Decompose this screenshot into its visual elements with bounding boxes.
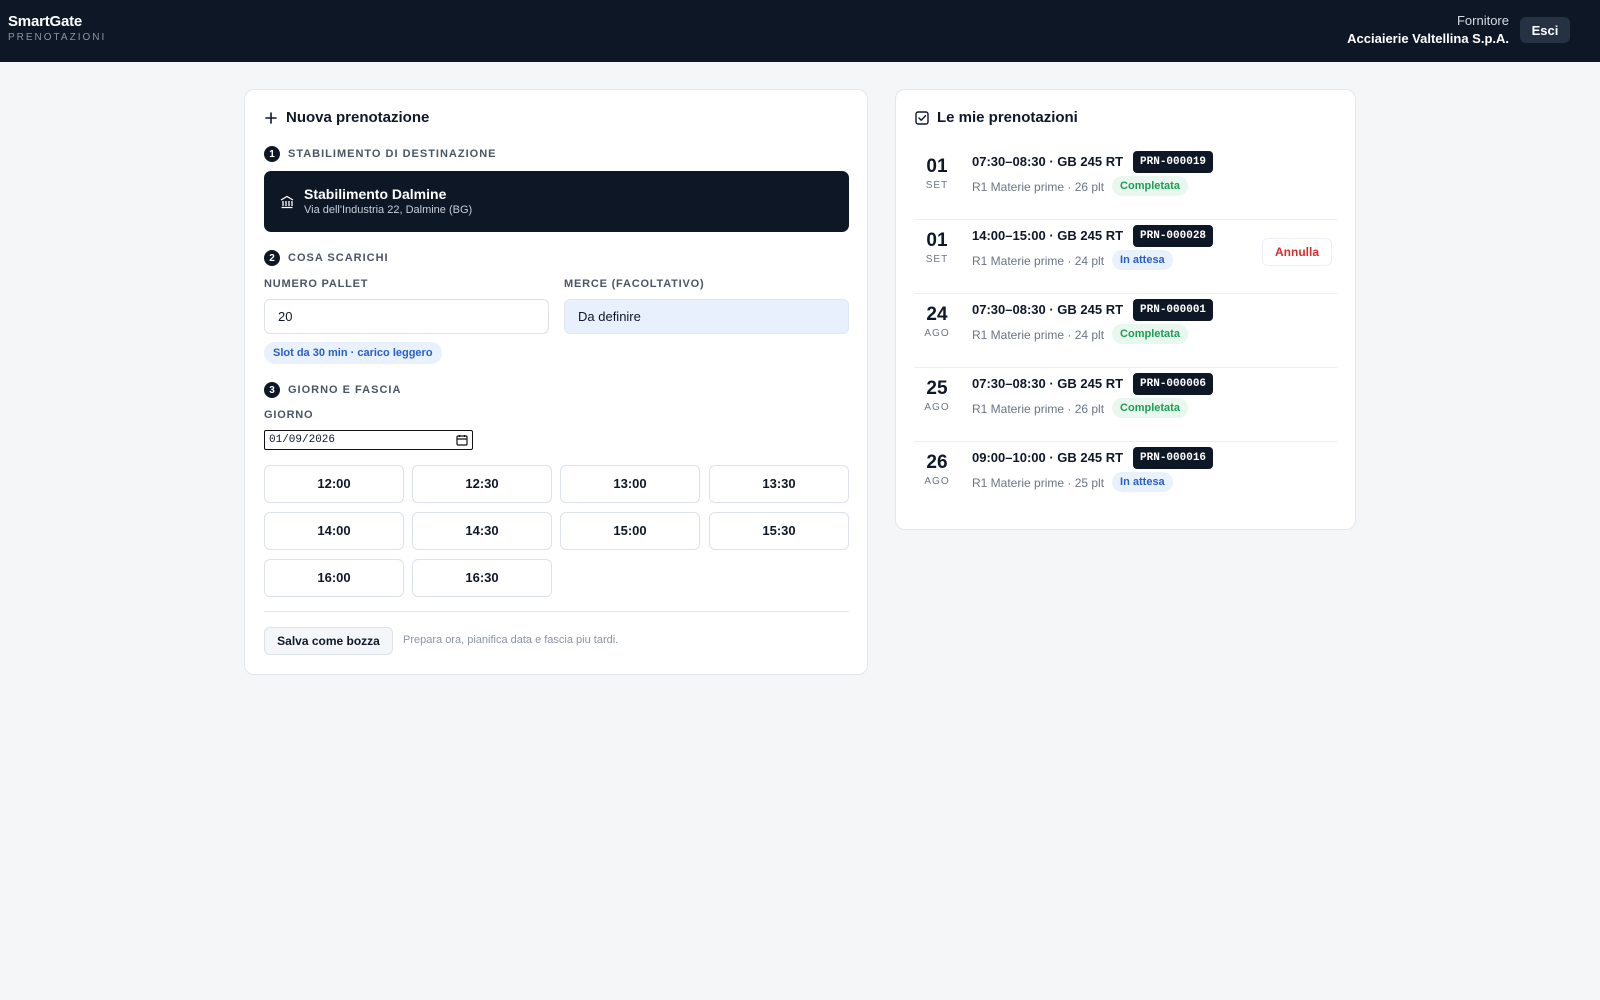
plant-address: Via dell'Industria 22, Dalmine (BG) xyxy=(304,204,473,216)
step-2-text: COSA SCARICHI xyxy=(288,252,389,264)
booking-month: SET xyxy=(925,254,949,265)
booking-code: PRN-000028 xyxy=(1133,225,1214,247)
booking-meta: R1 Materie prime · 24 plt xyxy=(972,254,1105,268)
my-bookings-title-text: Le mie prenotazioni xyxy=(937,109,1078,126)
save-draft-button[interactable]: Salva come bozza xyxy=(264,627,393,655)
brand: SmartGate PRENOTAZIONI xyxy=(8,13,106,43)
time-slot-button[interactable]: 16:00 xyxy=(264,559,404,597)
booking-month: SET xyxy=(925,180,949,191)
step-3-number: 3 xyxy=(264,382,280,398)
plant-name: Stabilimento Dalmine xyxy=(304,186,447,202)
booking-status-badge: In attesa xyxy=(1112,472,1173,492)
checkbox-icon xyxy=(915,110,929,125)
time-slot-button[interactable]: 13:30 xyxy=(709,465,849,503)
plant-selector[interactable]: Stabilimento Dalmine Via dell'Industria … xyxy=(264,171,849,232)
booking-time: 07:30–08:30 · GB 245 RT xyxy=(972,302,1124,317)
booking-day: 25 xyxy=(926,378,948,399)
booking-item[interactable]: 01 SET 07:30–08:30 · GB 245 RT PRN-000019 R1… xyxy=(914,146,1337,220)
booking-code: PRN-000016 xyxy=(1133,447,1214,469)
goods-input[interactable] xyxy=(564,299,849,334)
time-slot-button[interactable]: 12:00 xyxy=(264,465,404,503)
step-1-label: 1 STABILIMENTO DI DESTINAZIONE xyxy=(264,146,497,162)
step-3-text: GIORNO E FASCIA xyxy=(288,384,402,396)
booking-meta: R1 Materie prime · 26 plt xyxy=(972,180,1105,194)
step-1-text: STABILIMENTO DI DESTINAZIONE xyxy=(288,148,497,160)
brand-name: SmartGate xyxy=(8,13,83,30)
top-bar: SmartGate PRENOTAZIONI Fornitore Acciaie… xyxy=(0,0,1600,62)
pallet-count-input[interactable] xyxy=(264,299,549,334)
booking-time: 14:00–15:00 · GB 245 RT xyxy=(972,228,1124,243)
new-booking-title-text: Nuova prenotazione xyxy=(286,109,430,126)
my-bookings-title: Le mie prenotazioni xyxy=(915,109,1078,126)
building-icon xyxy=(280,195,294,209)
goods-label: MERCE (FACOLTATIVO) xyxy=(564,278,705,290)
supplier-info: Fornitore Acciaierie Valtellina S.p.A. xyxy=(1347,13,1509,46)
step-3-label: 3 GIORNO E FASCIA xyxy=(264,382,401,398)
booking-month: AGO xyxy=(924,402,950,413)
step-1-number: 1 xyxy=(264,146,280,162)
booking-item[interactable]: 25 AGO 07:30–08:30 · GB 245 RT PRN-000006 R1… xyxy=(914,368,1337,442)
slot-hint-badge: Slot da 30 min · carico leggero xyxy=(264,342,442,364)
logout-button[interactable]: Esci xyxy=(1520,17,1570,43)
pallet-label: NUMERO PALLET xyxy=(264,278,369,290)
time-slot-button[interactable]: 16:30 xyxy=(412,559,552,597)
booking-item[interactable]: 01 SET 14:00–15:00 · GB 245 RT PRN-000028 R1… xyxy=(914,220,1337,294)
new-booking-card: Nuova prenotazione 1 STABILIMENTO DI DES… xyxy=(244,89,868,675)
booking-month: AGO xyxy=(924,328,950,339)
divider xyxy=(264,611,849,612)
booking-time: 09:00–10:00 · GB 245 RT xyxy=(972,450,1124,465)
booking-meta: R1 Materie prime · 26 plt xyxy=(972,402,1105,416)
booking-status-badge: In attesa xyxy=(1112,250,1173,270)
time-slot-button[interactable]: 15:30 xyxy=(709,512,849,550)
supplier-name: Acciaierie Valtellina S.p.A. xyxy=(1347,31,1509,46)
plus-icon xyxy=(265,111,277,124)
booking-status-badge: Completata xyxy=(1112,176,1188,196)
time-slot-button[interactable]: 12:30 xyxy=(412,465,552,503)
day-label: GIORNO xyxy=(264,409,314,421)
time-slot-button[interactable]: 13:00 xyxy=(560,465,700,503)
user-role: Fornitore xyxy=(1456,13,1509,28)
booking-code: PRN-000006 xyxy=(1133,373,1214,395)
my-bookings-card: Le mie prenotazioni 01 SET 07:30–08:30 · G… xyxy=(895,89,1356,530)
booking-time: 07:30–08:30 · GB 245 RT xyxy=(972,154,1124,169)
draft-hint: Prepara ora, pianifica data e fascia piu… xyxy=(403,634,619,646)
booking-item[interactable]: 24 AGO 07:30–08:30 · GB 245 RT PRN-000001 R1… xyxy=(914,294,1337,368)
booking-day: 01 xyxy=(926,156,948,177)
booking-code: PRN-000019 xyxy=(1133,151,1214,173)
step-2-label: 2 COSA SCARICHI xyxy=(264,250,389,266)
cancel-booking-button[interactable]: Annulla xyxy=(1262,238,1332,266)
booking-time: 07:30–08:30 · GB 245 RT xyxy=(972,376,1124,391)
time-slot-button[interactable]: 14:30 xyxy=(412,512,552,550)
booking-day: 26 xyxy=(926,452,948,473)
booking-status-badge: Completata xyxy=(1112,398,1188,418)
day-date-input[interactable]: 01/09/2026 xyxy=(264,430,473,450)
booking-month: AGO xyxy=(924,476,950,487)
booking-status-badge: Completata xyxy=(1112,324,1188,344)
booking-meta: R1 Materie prime · 24 plt xyxy=(972,328,1105,342)
time-slot-button[interactable]: 14:00 xyxy=(264,512,404,550)
day-date-value: 01/09/2026 xyxy=(269,434,336,446)
brand-subtitle: PRENOTAZIONI xyxy=(8,32,107,43)
calendar-icon[interactable] xyxy=(456,434,468,446)
booking-day: 01 xyxy=(926,230,948,251)
step-2-number: 2 xyxy=(264,250,280,266)
booking-meta: R1 Materie prime · 25 plt xyxy=(972,476,1105,490)
booking-item[interactable]: 26 AGO 09:00–10:00 · GB 245 RT PRN-000016 R1… xyxy=(914,442,1337,516)
time-slot-button[interactable]: 15:00 xyxy=(560,512,700,550)
booking-day: 24 xyxy=(926,304,948,325)
new-booking-title: Nuova prenotazione xyxy=(264,109,429,126)
booking-code: PRN-000001 xyxy=(1133,299,1214,321)
